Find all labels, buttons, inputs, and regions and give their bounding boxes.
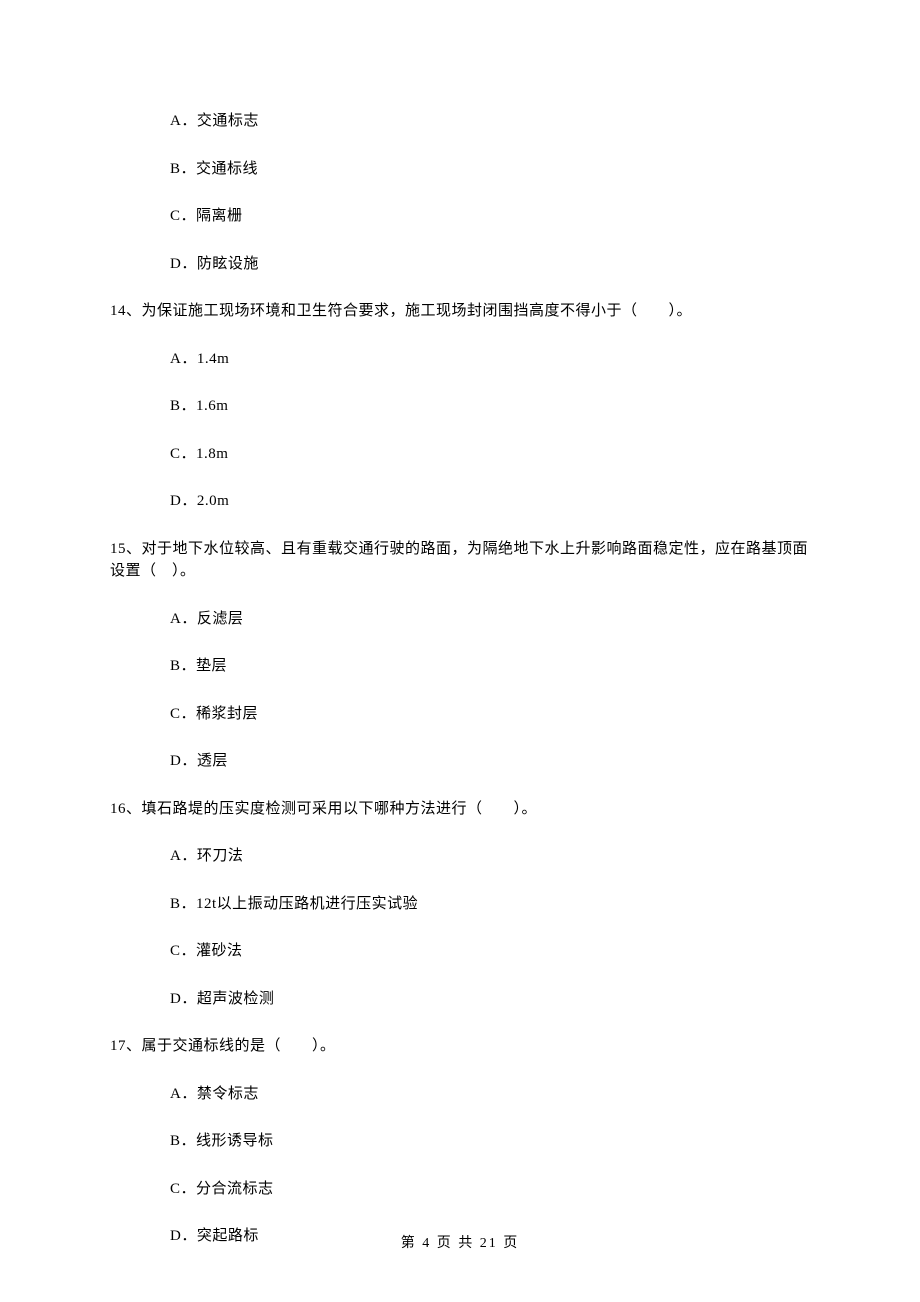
q17-option-c: C．分合流标志: [170, 1178, 810, 1201]
q15-option-b: B．垫层: [170, 655, 810, 678]
q14-option-d: D．2.0m: [170, 490, 810, 513]
q15-option-d: D．透层: [170, 750, 810, 773]
q16-option-a: A．环刀法: [170, 845, 810, 868]
q13-option-d: D．防眩设施: [170, 253, 810, 276]
q13-option-c: C．隔离栅: [170, 205, 810, 228]
q15-text: 15、对于地下水位较高、且有重载交通行驶的路面，为隔绝地下水上升影响路面稳定性，…: [110, 538, 810, 583]
q15-option-c: C．稀浆封层: [170, 703, 810, 726]
q16-text: 16、填石路堤的压实度检测可采用以下哪种方法进行（ ）。: [110, 798, 810, 821]
q13-option-a: A．交通标志: [170, 110, 810, 133]
q16-option-c: C．灌砂法: [170, 940, 810, 963]
q14-option-a: A．1.4m: [170, 348, 810, 371]
q13-option-b: B．交通标线: [170, 158, 810, 181]
q14-option-c: C．1.8m: [170, 443, 810, 466]
q14-option-b: B．1.6m: [170, 395, 810, 418]
q15-option-a: A．反滤层: [170, 608, 810, 631]
q17-option-b: B．线形诱导标: [170, 1130, 810, 1153]
page-footer: 第 4 页 共 21 页: [0, 1232, 920, 1252]
page-content: A．交通标志 B．交通标线 C．隔离栅 D．防眩设施 14、为保证施工现场环境和…: [0, 0, 920, 1248]
q16-option-b: B．12t以上振动压路机进行压实试验: [170, 893, 810, 916]
q14-text: 14、为保证施工现场环境和卫生符合要求，施工现场封闭围挡高度不得小于（ ）。: [110, 300, 810, 323]
q16-option-d: D．超声波检测: [170, 988, 810, 1011]
q17-option-a: A．禁令标志: [170, 1083, 810, 1106]
q17-text: 17、属于交通标线的是（ ）。: [110, 1035, 810, 1058]
